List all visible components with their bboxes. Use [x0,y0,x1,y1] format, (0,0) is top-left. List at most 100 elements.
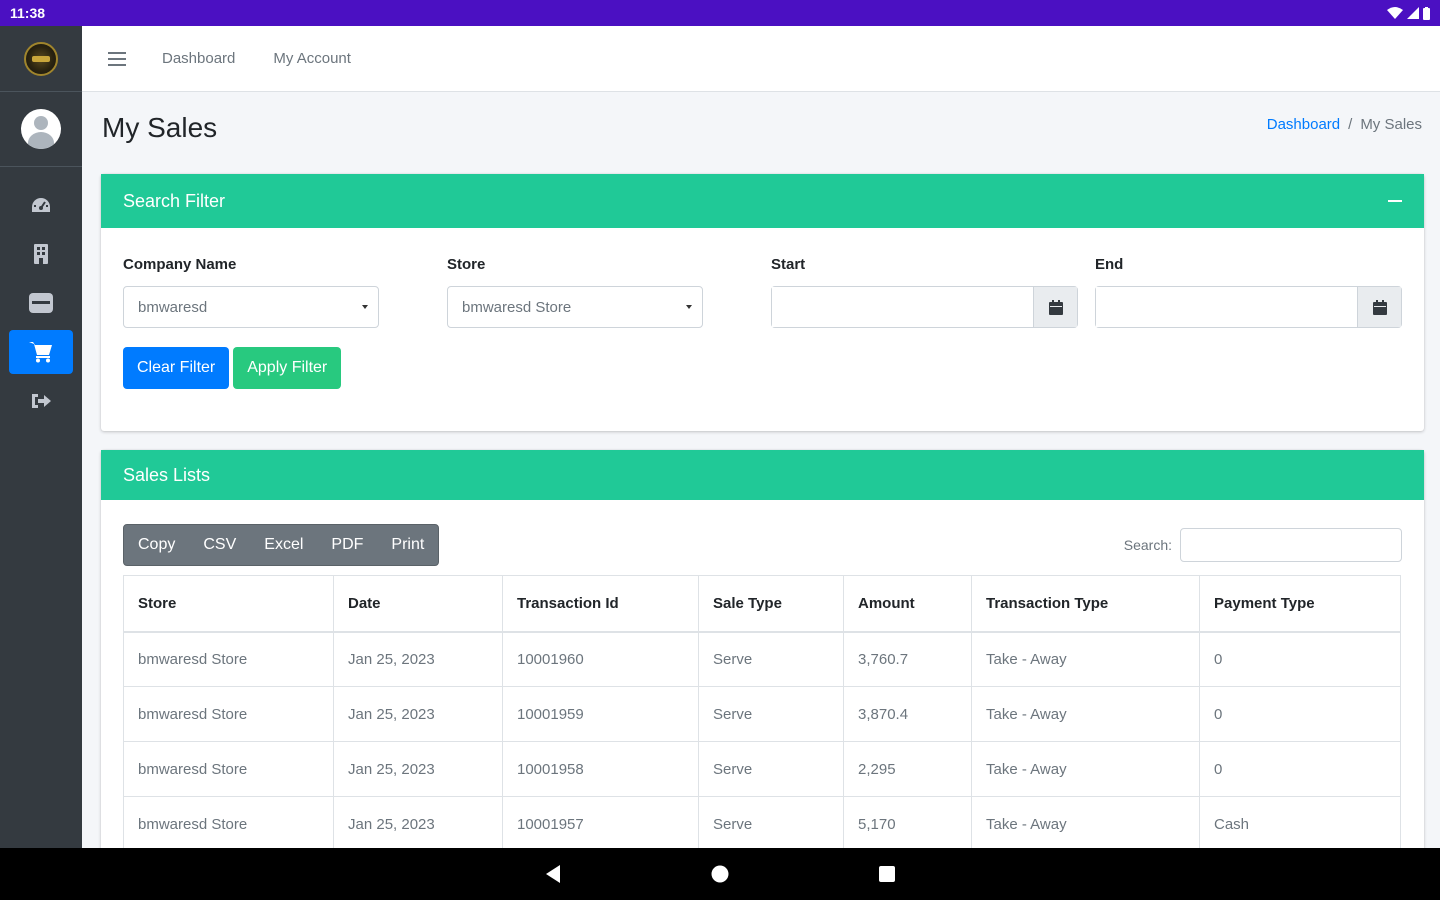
company-select[interactable]: bmwaresd [123,286,379,328]
cell-amount: 3,870.4 [843,686,972,742]
sidebar-item-dashboard[interactable] [9,183,73,227]
start-calendar-button[interactable] [1033,287,1077,327]
cell-transaction-type: Take - Away [971,741,1200,797]
table-search: Search: [1124,528,1402,562]
store-select[interactable]: bmwaresd Store [447,286,703,328]
status-bar: 11:38 [0,0,1440,26]
cell-payment-type: Cash [1199,796,1401,848]
nav-link-dashboard[interactable]: Dashboard [162,50,235,67]
user-panel[interactable] [0,92,82,167]
cell-payment-type: 0 [1199,631,1401,687]
cell-transaction-id: 10001957 [502,796,699,848]
breadcrumb-current: My Sales [1360,116,1422,133]
search-input[interactable] [1180,528,1402,562]
cell-amount: 2,295 [843,741,972,797]
sales-list-card: Sales Lists Copy CSV Excel PDF Print Sea… [101,450,1424,848]
csv-button[interactable]: CSV [189,525,250,565]
menu-toggle-icon[interactable] [108,51,126,66]
cell-sale-type: Serve [698,686,844,742]
sidebar-item-inbox[interactable] [9,281,73,325]
search-filter-title: Search Filter [123,190,226,211]
sidebar-item-company[interactable] [9,232,73,276]
clear-filter-button[interactable]: Clear Filter [123,347,230,389]
android-recents-button[interactable] [878,865,896,883]
pdf-button[interactable]: PDF [317,525,377,565]
store-field-group: Store bmwaresd Store [447,256,703,328]
brand[interactable] [0,26,82,92]
signal-icon [1407,7,1419,19]
print-button[interactable]: Print [377,525,438,565]
cell-date: Jan 25, 2023 [333,631,503,687]
column-header-store[interactable]: Store [123,575,334,633]
search-filter-header: Search Filter [101,174,1424,228]
cell-date: Jan 25, 2023 [333,741,503,797]
cell-transaction-id: 10001958 [502,741,699,797]
cell-store: bmwaresd Store [123,631,334,687]
cell-payment-type: 0 [1199,686,1401,742]
content-wrapper: My Sales Dashboard / My Sales Search Fil… [82,92,1440,848]
sidebar-item-sales[interactable] [9,330,73,374]
table-row[interactable]: bmwaresd Store Jan 25, 2023 10001960 Ser… [123,631,1401,687]
sign-out-icon [32,394,51,408]
building-icon [34,244,48,264]
end-date-input[interactable] [1096,287,1357,327]
wifi-icon [1387,7,1403,19]
column-header-amount[interactable]: Amount [843,575,972,633]
cell-amount: 3,760.7 [843,631,972,687]
sales-list-title: Sales Lists [123,464,211,485]
table-body: bmwaresd Store Jan 25, 2023 10001960 Ser… [123,631,1401,848]
copy-button[interactable]: Copy [124,525,189,565]
android-back-button[interactable] [544,864,562,884]
sidebar-item-logout[interactable] [9,379,73,423]
top-navbar: Dashboard My Account [82,26,1440,92]
breadcrumb-home[interactable]: Dashboard [1267,116,1340,133]
table-head: Store Date Transaction Id Sale Type Amou… [123,575,1401,633]
home-icon [711,865,729,883]
system-icons [1387,6,1430,20]
cell-transaction-type: Take - Away [971,686,1200,742]
company-select-value: bmwaresd [138,298,208,316]
brand-logo [24,41,58,76]
column-header-transaction-id[interactable]: Transaction Id [502,575,699,633]
collapse-icon[interactable] [1388,200,1402,202]
column-header-payment-type[interactable]: Payment Type [1199,575,1401,633]
store-select-value: bmwaresd Store [462,298,572,316]
chevron-down-icon [686,305,692,309]
status-time: 11:38 [10,5,46,21]
export-button-group: Copy CSV Excel PDF Print [123,524,440,566]
android-home-button[interactable] [710,864,730,884]
company-field-group: Company Name bmwaresd [123,256,379,328]
search-label: Search: [1123,537,1172,553]
cell-transaction-id: 10001960 [502,631,699,687]
store-label: Store [447,256,486,273]
start-label: Start [771,256,806,273]
table-row[interactable]: bmwaresd Store Jan 25, 2023 10001958 Ser… [123,741,1401,797]
filter-fields: Company Name bmwaresd Store bmwaresd Sto… [101,228,1424,328]
end-calendar-button[interactable] [1357,287,1401,327]
start-date-picker [771,286,1078,328]
column-header-transaction-type[interactable]: Transaction Type [971,575,1200,633]
end-label: End [1095,256,1124,273]
sidebar [0,26,82,848]
sales-list-header: Sales Lists [101,450,1424,500]
filter-actions: Clear Filter Apply Filter [101,328,1424,389]
calendar-icon [1048,299,1063,315]
dashboard-icon [32,198,50,212]
cell-transaction-id: 10001959 [502,686,699,742]
table-row[interactable]: bmwaresd Store Jan 25, 2023 10001957 Ser… [123,796,1401,848]
column-header-date[interactable]: Date [333,575,503,633]
cell-sale-type: Serve [698,741,844,797]
start-date-input[interactable] [772,287,1033,327]
column-header-sale-type[interactable]: Sale Type [698,575,844,633]
table-header-row: Store Date Transaction Id Sale Type Amou… [123,575,1401,633]
battery-icon [1423,6,1430,20]
apply-filter-button[interactable]: Apply Filter [233,347,342,389]
cell-date: Jan 25, 2023 [333,796,503,848]
cell-sale-type: Serve [698,796,844,848]
nav-link-my-account[interactable]: My Account [273,50,351,67]
table-row[interactable]: bmwaresd Store Jan 25, 2023 10001959 Ser… [123,686,1401,742]
cell-transaction-type: Take - Away [971,796,1200,848]
excel-button[interactable]: Excel [250,525,317,565]
search-filter-card: Search Filter Company Name bmwaresd Stor… [101,174,1424,431]
breadcrumb-separator: / [1348,116,1353,133]
